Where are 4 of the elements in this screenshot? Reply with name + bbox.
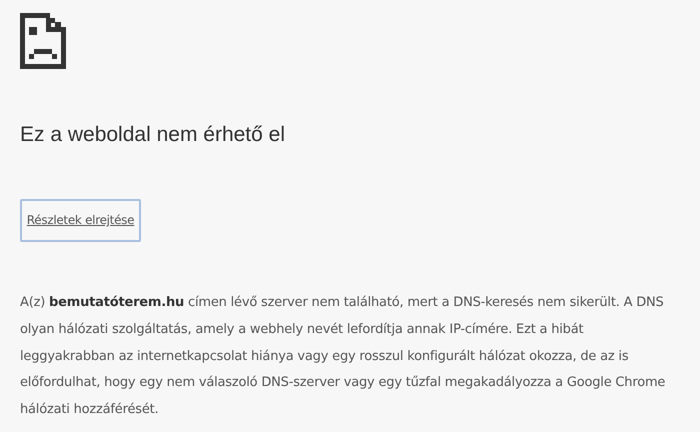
error-title: Ez a weboldal nem érhető el [20, 122, 286, 148]
details-button[interactable]: Részletek elrejtése [20, 199, 141, 242]
error-explanation: A(z) bemutatóterem.hu címen lévő szerver nem található, mert a DNS-keresés nem sikerült. A DNS olyan hálózati szolgáltatás, amely a webhely nevét lefordítja annak IP-címére. Ezt a hibát leggyakrabban az internetkapcsolat hiánya vagy egy rosszul konfigurált hálózat okozza, de az is előfordulhat, hogy egy nem válaszoló DNS-szerver vagy egy tűzfal megakadályozza a Google Chrome hálózati hozzáférését. [20, 294, 666, 419]
sad-document-icon [20, 13, 66, 69]
